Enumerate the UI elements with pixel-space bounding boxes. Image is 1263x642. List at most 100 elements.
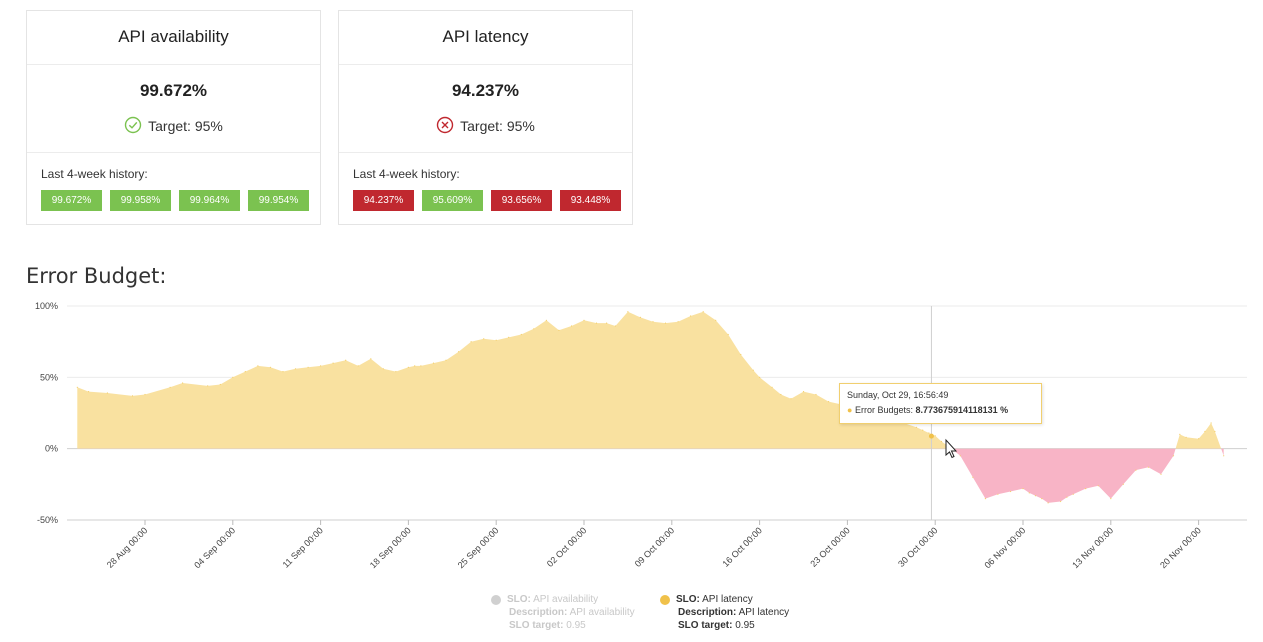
data-point (558, 329, 560, 331)
data-point (1072, 493, 1074, 495)
x-tick-label: 13 Nov 00:00 (1070, 525, 1115, 570)
data-point (1185, 436, 1187, 438)
data-point (959, 455, 961, 457)
data-point (922, 429, 924, 431)
x-tick-label: 20 Nov 00:00 (1158, 525, 1203, 570)
history-row: 94.237% 95.609% 93.656% 93.448% (353, 190, 632, 211)
data-point (1066, 496, 1068, 498)
data-point (357, 365, 359, 367)
data-point (131, 395, 134, 397)
data-point (1097, 485, 1099, 487)
data-point (780, 393, 782, 396)
tooltip-value-line: ● Error Budgets: 8.773675914118131 % (847, 405, 1041, 415)
x-circle-icon (436, 116, 454, 137)
data-point (740, 353, 742, 356)
data-point (1204, 430, 1206, 433)
chart-tooltip: Sunday, Oct 29, 16:56:49 ● Error Budgets… (839, 383, 1042, 424)
data-point (420, 365, 422, 367)
x-tick-label: 06 Nov 00:00 (982, 525, 1027, 570)
data-point (815, 393, 817, 396)
data-point (940, 440, 943, 443)
data-point (570, 325, 573, 327)
data-point (520, 333, 522, 336)
data-point (382, 368, 384, 370)
data-point (752, 369, 754, 371)
data-point (1210, 422, 1212, 424)
x-tick-label: 30 Oct 00:00 (896, 525, 940, 569)
data-point (320, 365, 322, 367)
data-point (1047, 502, 1049, 504)
data-point (407, 366, 409, 368)
legend-target-value: 0.95 (566, 620, 586, 631)
data-point (652, 321, 654, 323)
history-badge: 94.237% (353, 190, 414, 211)
x-tick-label: 11 Sep 00:00 (281, 525, 325, 569)
x-tick-label: 18 Sep 00:00 (368, 525, 413, 570)
error-budget-chart[interactable]: 100% 50% 0% -50% 28 Aug 00:00 04 Sep 00:00 11 … (0, 295, 1263, 595)
legend-target-label: SLO target: (509, 620, 564, 631)
target-label: Target: 95% (148, 118, 223, 134)
data-point (414, 365, 416, 367)
data-point (997, 493, 999, 495)
card-target: Target: 95% (27, 116, 320, 135)
legend-target-value: 0.95 (735, 620, 755, 631)
card-divider (339, 152, 632, 153)
history-badge: 99.672% (41, 190, 102, 211)
data-point (583, 319, 585, 321)
data-point (345, 359, 347, 361)
data-point (1034, 495, 1037, 497)
card-divider (27, 152, 320, 153)
data-point (614, 325, 617, 327)
tooltip-series-dot: ● (847, 405, 853, 415)
legend-item-latency[interactable]: SLO: API latency Description: API latenc… (660, 593, 789, 632)
x-tick-label: 02 Oct 00:00 (545, 525, 589, 569)
history-badge: 99.954% (248, 190, 309, 211)
legend-slo-label: SLO: (507, 594, 531, 605)
x-tick-label: 16 Oct 00:00 (720, 525, 764, 569)
legend-desc-value: API latency (738, 607, 790, 618)
x-tick-label: 09 Oct 00:00 (633, 525, 677, 569)
data-point (169, 386, 171, 388)
slo-card-latency: API latency 94.237% Target: 95% Last 4-w… (338, 10, 633, 225)
legend-desc-value: API availability (569, 607, 635, 618)
y-tick-label: 100% (35, 301, 58, 311)
x-tick-label: 23 Oct 00:00 (808, 525, 852, 569)
data-point (1179, 433, 1181, 435)
data-point (702, 311, 704, 313)
data-point (458, 351, 460, 353)
data-point (1009, 490, 1012, 493)
legend-desc-label: Description: (509, 607, 568, 618)
legend-slo-label: SLO: (676, 594, 700, 605)
data-point (1198, 438, 1200, 440)
data-point (76, 386, 78, 388)
y-tick-label: 50% (40, 372, 58, 382)
data-point (1214, 430, 1216, 433)
data-point (332, 362, 334, 364)
data-point (370, 358, 372, 360)
card-value: 94.237% (451, 81, 520, 100)
legend-target-label: SLO target: (678, 620, 733, 631)
data-point (727, 333, 729, 336)
y-tick-label: 0% (45, 444, 58, 454)
data-point (144, 393, 146, 396)
legend-item-availability[interactable]: SLO: API availability Description: API a… (491, 593, 635, 632)
data-point (802, 391, 805, 393)
history-badge: 99.964% (179, 190, 240, 211)
data-point (1085, 488, 1087, 490)
history-badge: 95.609% (422, 190, 483, 211)
data-point (790, 398, 792, 400)
legend-target-line: SLO target: 0.95 (660, 619, 789, 632)
data-point (1172, 455, 1175, 457)
tooltip-date: Sunday, Oct 29, 16:56:49 (847, 390, 949, 400)
tooltip-value: 8.773675914118131 % (915, 405, 1009, 415)
data-point (984, 498, 987, 500)
data-point (294, 368, 297, 370)
legend-dot-icon (491, 595, 501, 605)
legend-slo-line: SLO: API latency (660, 593, 789, 606)
history-row: 99.672% 99.958% 99.964% 99.954% (41, 190, 320, 211)
legend-desc-line: Description: API latency (660, 606, 789, 619)
data-point (495, 339, 497, 341)
history-badge: 93.656% (491, 190, 552, 211)
card-target: Target: 95% (339, 116, 632, 137)
data-point (915, 426, 918, 428)
